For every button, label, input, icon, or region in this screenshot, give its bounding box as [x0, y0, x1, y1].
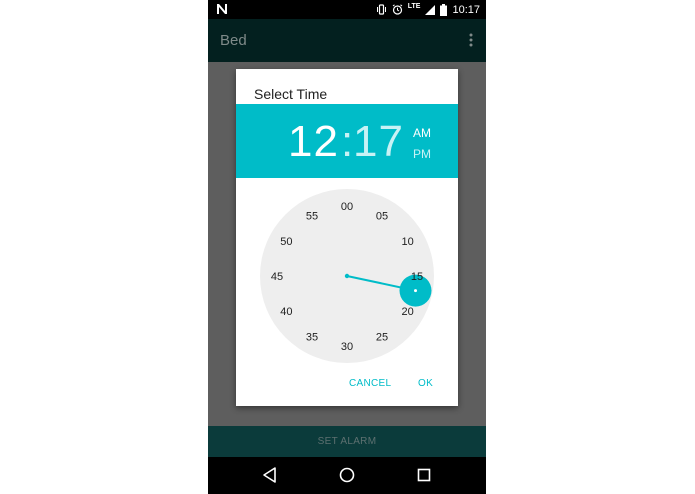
- clock-label-45[interactable]: 45: [271, 271, 283, 283]
- set-alarm-button[interactable]: SET ALARM: [208, 426, 486, 457]
- clock-label-05[interactable]: 05: [376, 210, 388, 222]
- clock-label-25[interactable]: 25: [376, 332, 388, 344]
- phone-screen: LTE 10:17 Bed SET ALARM Select Time 12:…: [208, 0, 486, 494]
- time-header: 12 : 17 AM PM: [236, 104, 458, 178]
- network-type-label: LTE: [407, 3, 421, 10]
- lte-signal-icon: [425, 4, 436, 15]
- battery-icon: [440, 3, 448, 16]
- back-icon[interactable]: [260, 465, 280, 485]
- clock-label-50[interactable]: 50: [280, 236, 292, 248]
- ok-button[interactable]: OK: [418, 378, 433, 389]
- navigation-bar: [208, 457, 486, 494]
- hour-display[interactable]: 12: [288, 118, 339, 166]
- dialog-title: Select Time: [254, 86, 328, 102]
- status-bar: LTE 10:17: [208, 0, 486, 19]
- app-bar: Bed: [208, 19, 486, 62]
- home-icon[interactable]: [337, 465, 357, 485]
- clock-center-dot: [344, 273, 350, 279]
- clock-label-20[interactable]: 20: [401, 306, 413, 318]
- dialog-actions: CANCEL OK: [236, 374, 458, 394]
- notification-n-icon: [217, 4, 227, 14]
- clock-label-15[interactable]: 15: [411, 271, 423, 283]
- clock-label-30[interactable]: 30: [341, 341, 353, 353]
- clock-label-00[interactable]: 00: [341, 201, 353, 213]
- clock-selector-dot: [414, 289, 417, 293]
- alarm-icon: [392, 4, 403, 15]
- minute-display[interactable]: 17: [353, 118, 404, 166]
- cancel-button[interactable]: CANCEL: [349, 378, 391, 389]
- clock-label-40[interactable]: 40: [280, 306, 292, 318]
- time-picker-dialog: Select Time 12 : 17 AM PM 00 05 10 15 20 25 30…: [236, 69, 458, 406]
- time-separator: :: [341, 117, 354, 166]
- app-title: Bed: [220, 32, 247, 49]
- status-icons: LTE 10:17: [376, 2, 480, 17]
- minute-clock-face[interactable]: 00 05 10 15 20 25 30 35 40 45 50 55: [260, 189, 434, 363]
- pm-toggle[interactable]: PM: [413, 147, 431, 161]
- clock-label-55[interactable]: 55: [306, 210, 318, 222]
- clock-label-35[interactable]: 35: [306, 332, 318, 344]
- status-time: 10:17: [452, 3, 480, 16]
- vibrate-icon: [376, 4, 386, 15]
- clock-label-10[interactable]: 10: [401, 236, 413, 248]
- recents-icon[interactable]: [414, 465, 434, 485]
- more-vert-icon[interactable]: [469, 33, 473, 47]
- am-toggle[interactable]: AM: [413, 126, 431, 140]
